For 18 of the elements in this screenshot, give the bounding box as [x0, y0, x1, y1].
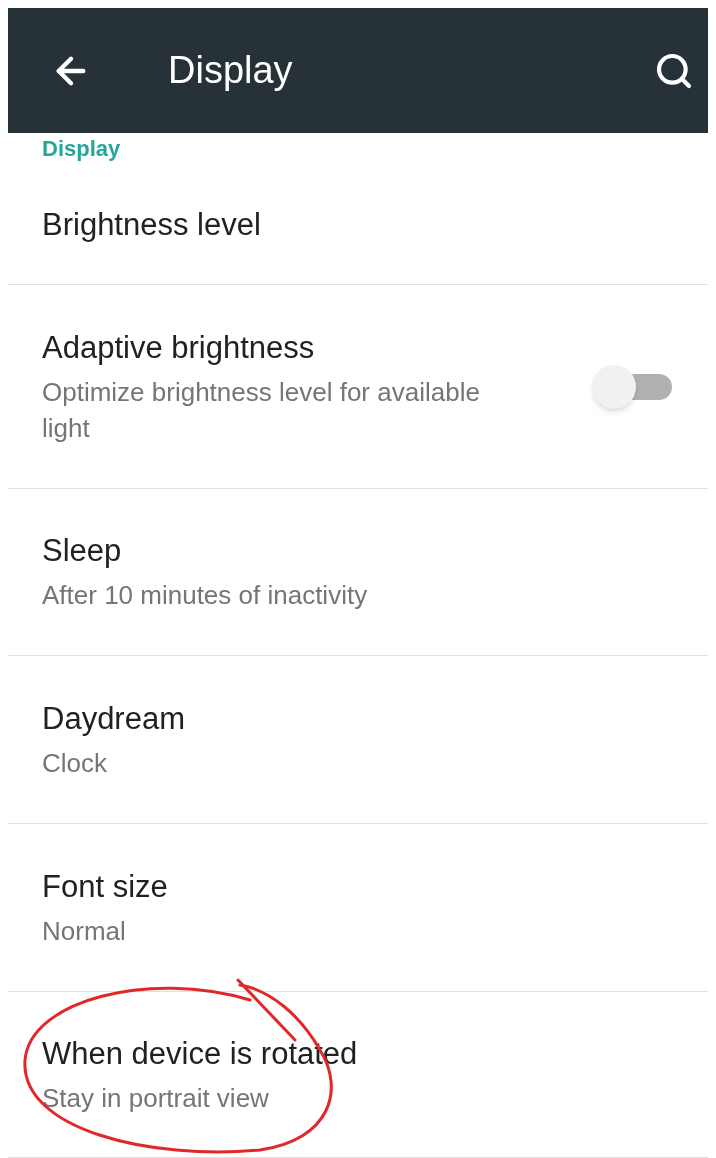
- section-header: Display: [42, 137, 121, 161]
- setting-row[interactable]: Daydream Clock: [8, 656, 708, 824]
- setting-summary: Stay in portrait view: [42, 1081, 270, 1115]
- app-bar-title: Display: [168, 48, 294, 93]
- setting-title: Daydream: [42, 699, 186, 738]
- setting-row[interactable]: Brightness level: [8, 165, 708, 285]
- toggle-switch[interactable]: [592, 364, 674, 409]
- setting-summary: Optimize brightness level for available light: [42, 375, 481, 445]
- setting-title: Brightness level: [42, 205, 262, 244]
- setting-row[interactable]: Font size Normal: [8, 824, 708, 992]
- setting-title: Adaptive brightness: [42, 328, 316, 367]
- setting-row[interactable]: Sleep After 10 minutes of inactivity: [8, 489, 708, 656]
- setting-summary: Clock: [42, 746, 108, 780]
- setting-row[interactable]: Adaptive brightness Optimize brightness level for available light: [8, 285, 708, 489]
- setting-title: Font size: [42, 867, 169, 906]
- setting-summary: After 10 minutes of inactivity: [42, 579, 369, 612]
- setting-summary: Normal: [42, 914, 127, 948]
- setting-title: Sleep: [42, 532, 123, 570]
